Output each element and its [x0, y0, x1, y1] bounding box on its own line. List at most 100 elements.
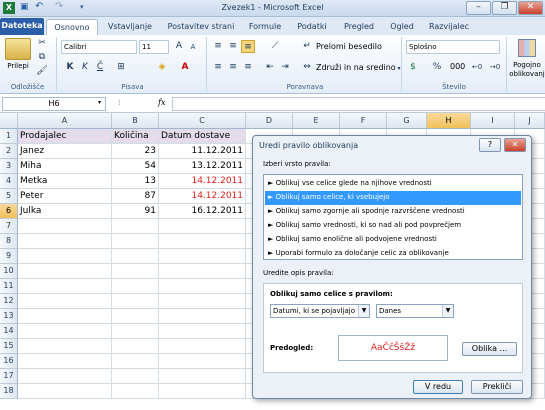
align-right-icon[interactable]: ≡: [241, 61, 255, 74]
orientation-icon[interactable]: ⟋: [268, 40, 282, 53]
column-header[interactable]: A: [18, 113, 112, 129]
grid-cell[interactable]: [159, 369, 246, 384]
bold-button[interactable]: K: [63, 61, 77, 74]
grow-font-icon[interactable]: A: [172, 40, 186, 53]
cancel-button[interactable]: Prekliči: [471, 380, 523, 394]
grid-cell[interactable]: [18, 294, 112, 309]
paste-icon[interactable]: [5, 38, 31, 60]
increase-indent-icon[interactable]: ⇥: [278, 61, 292, 74]
rule-type-item[interactable]: ► Uporabi formulo za določanje celic za …: [265, 247, 521, 261]
tab-review[interactable]: Pregled: [336, 19, 382, 35]
grid-cell[interactable]: Datum dostave: [159, 129, 246, 144]
conditional-formatting-label-2[interactable]: oblikovanj: [509, 70, 545, 78]
grid-cell[interactable]: [112, 249, 159, 264]
name-box[interactable]: H6: [2, 97, 106, 111]
grid-cell[interactable]: Količina: [112, 129, 159, 144]
copy-icon[interactable]: ⧉: [35, 51, 49, 64]
align-bottom-icon[interactable]: ≡: [241, 40, 255, 53]
grid-cell[interactable]: [159, 279, 246, 294]
chevron-down-icon[interactable]: ▼: [442, 305, 453, 317]
row-header[interactable]: 3: [0, 159, 18, 174]
grid-cell[interactable]: 54: [112, 159, 159, 174]
grid-cell[interactable]: [112, 234, 159, 249]
grid-cell[interactable]: [112, 264, 159, 279]
row-header[interactable]: 7: [0, 219, 18, 234]
column-header[interactable]: E: [293, 113, 340, 129]
grid-cell[interactable]: [159, 294, 246, 309]
rule-type-item[interactable]: ► Oblikuj vse celice glede na njihove vr…: [265, 177, 521, 191]
merge-center-icon[interactable]: ⇔: [300, 61, 314, 74]
column-header[interactable]: C: [159, 113, 246, 129]
column-header[interactable]: D: [246, 113, 293, 129]
select-all-corner[interactable]: [0, 113, 18, 129]
close-window-button[interactable]: ✕: [518, 1, 543, 15]
italic-button[interactable]: K: [78, 61, 92, 74]
help-button[interactable]: ?: [479, 138, 501, 152]
tab-home[interactable]: Osnovno: [46, 19, 98, 35]
grid-cell[interactable]: 23: [112, 144, 159, 159]
align-center-icon[interactable]: ≡: [226, 61, 240, 74]
thousands-button[interactable]: 000: [450, 62, 465, 71]
cut-icon[interactable]: ✂: [35, 37, 49, 50]
grid-cell[interactable]: 91: [112, 204, 159, 219]
grid-cell[interactable]: [159, 234, 246, 249]
shrink-font-icon[interactable]: A: [186, 41, 200, 54]
column-header[interactable]: B: [112, 113, 159, 129]
grid-cell[interactable]: Peter: [18, 189, 112, 204]
column-header[interactable]: J: [515, 113, 545, 129]
conditional-formatting-label-1[interactable]: Pogojno: [509, 61, 545, 69]
format-button[interactable]: Oblika ...: [462, 342, 517, 356]
ok-button[interactable]: V redu: [413, 380, 463, 394]
grid-cell[interactable]: [18, 249, 112, 264]
grid-cell[interactable]: [18, 309, 112, 324]
font-size-select[interactable]: 11: [139, 40, 169, 54]
grid-cell[interactable]: [18, 339, 112, 354]
grid-cell[interactable]: [18, 264, 112, 279]
format-painter-icon[interactable]: 🖌: [35, 65, 49, 78]
dialog-close-button[interactable]: ✕: [504, 138, 526, 152]
grid-cell[interactable]: [159, 354, 246, 369]
grid-cell[interactable]: 11.12.2011: [159, 144, 246, 159]
tab-page-layout[interactable]: Postavitev strani: [160, 19, 242, 35]
row-header[interactable]: 8: [0, 234, 18, 249]
grid-cell[interactable]: 13.12.2011: [159, 159, 246, 174]
tab-insert[interactable]: Vstavljanje: [100, 19, 160, 35]
column-header-active[interactable]: H: [427, 113, 471, 129]
increase-decimal-icon[interactable]: ←0: [470, 61, 484, 74]
rule-type-item-selected[interactable]: ► Oblikuj samo celice, ki vsebujejo: [265, 191, 521, 205]
grid-cell[interactable]: [159, 324, 246, 339]
grid-cell[interactable]: [159, 264, 246, 279]
grid-cell[interactable]: [18, 369, 112, 384]
conditional-formatting-icon[interactable]: [518, 39, 536, 57]
grid-cell[interactable]: Janez: [18, 144, 112, 159]
rule-type-item[interactable]: ► Oblikuj samo enolične ali podvojene vr…: [265, 233, 521, 247]
grid-cell[interactable]: [159, 309, 246, 324]
currency-icon[interactable]: $: [406, 61, 420, 74]
fill-color-icon[interactable]: ◈: [155, 61, 169, 74]
underline-button[interactable]: Č: [93, 61, 107, 74]
grid-cell[interactable]: Prodajalec: [18, 129, 112, 144]
minimize-button[interactable]: –: [466, 1, 491, 15]
grid-cell[interactable]: [112, 384, 159, 399]
row-header[interactable]: 18: [0, 384, 18, 399]
grid-cell[interactable]: [18, 384, 112, 399]
row-header[interactable]: 5: [0, 189, 18, 204]
font-color-icon[interactable]: A: [178, 61, 192, 74]
grid-cell[interactable]: [112, 279, 159, 294]
grid-cell[interactable]: [112, 369, 159, 384]
grid-cell[interactable]: [112, 354, 159, 369]
maximize-button[interactable]: ❐: [492, 1, 517, 15]
align-top-icon[interactable]: ≡: [211, 40, 225, 53]
row-header[interactable]: 10: [0, 264, 18, 279]
grid-cell[interactable]: [159, 249, 246, 264]
column-header[interactable]: F: [340, 113, 387, 129]
row-header[interactable]: 1: [0, 129, 18, 144]
grid-cell[interactable]: [18, 279, 112, 294]
grid-cell[interactable]: [18, 354, 112, 369]
grid-cell[interactable]: 14.12.2011: [159, 174, 246, 189]
grid-cell[interactable]: [18, 219, 112, 234]
merge-center-button[interactable]: Združi in na sredino: [316, 63, 396, 72]
tab-data[interactable]: Podatki: [288, 19, 336, 35]
grid-cell[interactable]: [159, 219, 246, 234]
rule-type-item[interactable]: ► Oblikuj samo vrednosti, ki so nad ali …: [265, 219, 521, 233]
